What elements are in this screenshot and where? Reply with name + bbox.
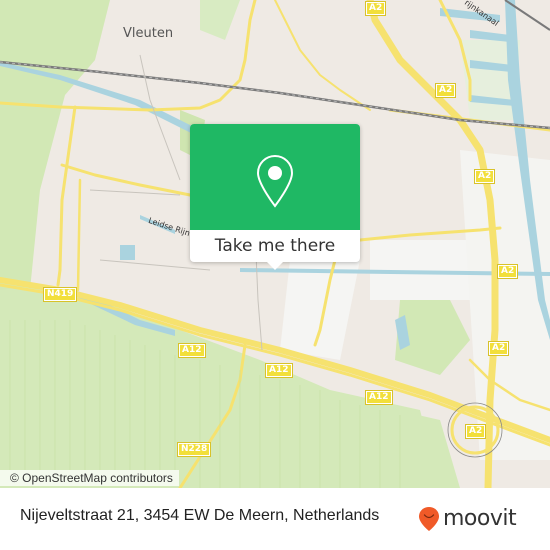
take-me-there-button[interactable]: Take me there bbox=[190, 230, 360, 262]
road-shield-n419: N419 bbox=[42, 287, 78, 302]
map-attribution[interactable]: © OpenStreetMap contributors bbox=[0, 470, 179, 486]
road-shield-a2: A2 bbox=[464, 424, 487, 439]
moovit-pin-icon bbox=[419, 507, 439, 531]
road-shield-n228: N228 bbox=[176, 442, 212, 457]
road-shield-a12: A12 bbox=[365, 390, 393, 405]
popup-pointer bbox=[266, 261, 284, 270]
address-text: Nijeveltstraat 21, 3454 EW De Meern, Net… bbox=[20, 507, 380, 524]
road-shield-a2: A2 bbox=[496, 264, 519, 279]
moovit-wordmark: moovit bbox=[443, 506, 517, 531]
road-shield-a2: A2 bbox=[473, 169, 496, 184]
road-shield-a12: A12 bbox=[178, 343, 206, 358]
map-view[interactable]: Vleuten Leidse Rijn rijnkanaal A2 A2 A2 … bbox=[0, 0, 550, 488]
destination-popup[interactable]: Take me there bbox=[190, 124, 360, 270]
footer: Nijeveltstraat 21, 3454 EW De Meern, Net… bbox=[0, 488, 550, 550]
road-shield-a2: A2 bbox=[487, 341, 510, 356]
place-label-vleuten: Vleuten bbox=[123, 26, 174, 41]
road-shield-a2: A2 bbox=[434, 83, 457, 98]
map-pin-icon bbox=[256, 154, 294, 208]
road-shield-a12: A12 bbox=[265, 363, 293, 378]
moovit-logo[interactable]: moovit bbox=[418, 506, 517, 532]
road-shield-a2: A2 bbox=[364, 1, 387, 16]
popup-header bbox=[190, 124, 360, 230]
